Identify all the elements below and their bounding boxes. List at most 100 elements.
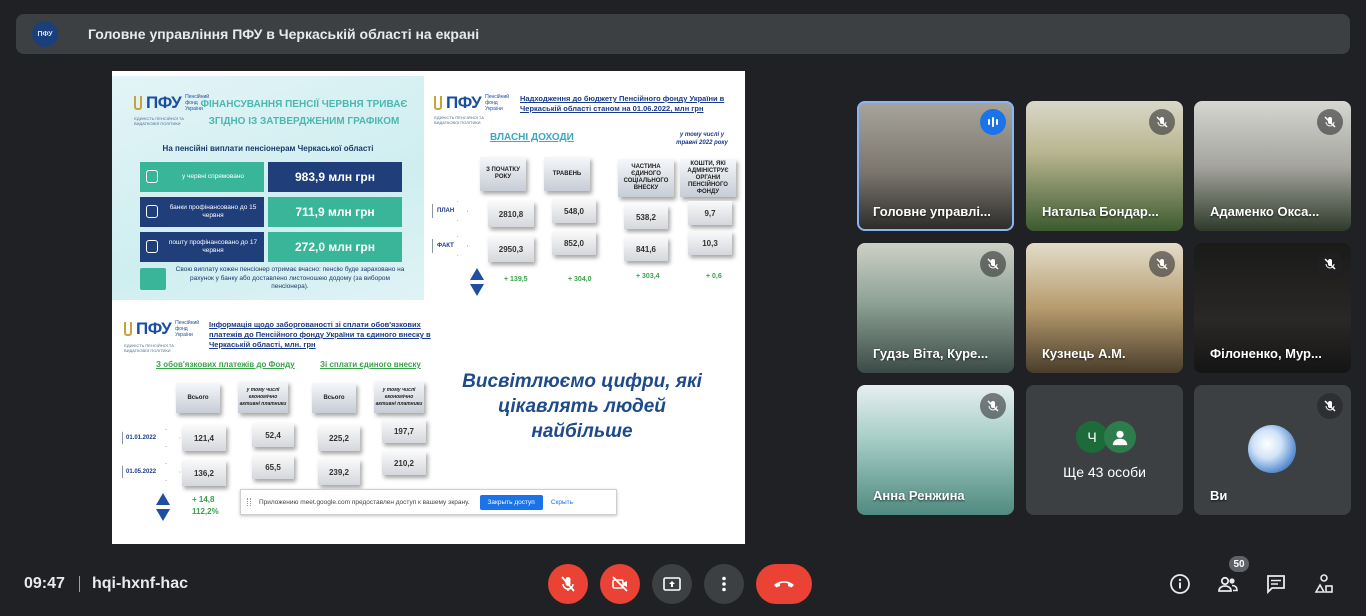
budget-delta: + 303,4	[636, 273, 660, 280]
debt-value: 65,5	[252, 455, 294, 479]
info-icon	[1170, 574, 1190, 594]
camera-off-icon	[612, 576, 628, 592]
mail-icon	[146, 240, 158, 253]
up-down-arrow-icon	[156, 493, 170, 521]
debt-col-header: Всього	[312, 383, 356, 413]
participant-tile[interactable]: Адаменко Оксa...	[1194, 101, 1351, 231]
chat-button[interactable]	[1264, 572, 1288, 596]
mic-off-icon	[980, 251, 1006, 277]
hang-up-icon	[774, 581, 794, 588]
fact-value: 10,3	[688, 231, 732, 255]
banner-title: Головне управління ПФУ в Черкаській обла…	[88, 26, 480, 42]
participant-name: Філоненко, Мур...	[1210, 346, 1322, 361]
more-participants-tile[interactable]: Ч Ще 43 особи	[1026, 385, 1183, 515]
participant-count-badge: 50	[1229, 556, 1249, 572]
pfu-logo: ПФУ Пенсійний фонд України	[124, 319, 205, 339]
participant-name: Анна Ренжина	[873, 488, 965, 503]
pension-financing-panel: ПФУ Пенсійний фонд України ЄДИНІСТЬ ПЕНС…	[112, 76, 424, 300]
plan-value: 9,7	[688, 201, 732, 225]
up-down-arrow-icon	[470, 268, 484, 296]
slide-tagline: Висвітлюємо цифри, які цікавлять людей н…	[462, 371, 702, 442]
drag-handle-icon[interactable]	[247, 498, 251, 506]
financing-row: у червні спрямовано 983,9 млн грн	[140, 162, 402, 192]
debt-delta: + 14,8 112,2%	[192, 495, 219, 516]
chat-icon	[1267, 575, 1285, 595]
fact-value: 852,0	[552, 231, 596, 255]
mic-off-icon	[1317, 251, 1343, 277]
financing-row: пошту профінансовано до 17 червня 272,0 …	[140, 232, 402, 262]
debt-value: 52,4	[252, 423, 294, 447]
financing-title: ФІНАНСУВАННЯ ПЕНСІЇ ЧЕРВНЯ ТРИВАЄ ЗГІДНО…	[200, 99, 408, 127]
person-icon	[1104, 421, 1136, 453]
financing-row-value: 711,9 млн грн	[268, 197, 402, 227]
meeting-code: hqi-hxnf-hac	[92, 575, 188, 592]
present-screen-icon	[663, 577, 681, 591]
toggle-mic-button[interactable]	[548, 564, 588, 604]
stop-sharing-button[interactable]: Закрыть доступ	[479, 494, 543, 510]
more-options-button[interactable]	[704, 564, 744, 604]
participant-name: Головне управлі...	[873, 204, 991, 219]
plan-value: 2810,8	[488, 201, 534, 227]
self-avatar	[1248, 425, 1296, 473]
show-everyone-button[interactable]	[1216, 572, 1240, 596]
financing-row-value: 983,9 млн грн	[268, 162, 402, 192]
participant-name: Ви	[1210, 488, 1228, 503]
more-vert-icon	[722, 576, 726, 592]
participant-tile[interactable]: Кузнець А.М.	[1026, 243, 1183, 373]
fact-label: ФАКТ	[432, 236, 468, 256]
date-label: 01.05.2022	[122, 463, 180, 481]
budget-delta: + 304,0	[568, 276, 592, 283]
debt-col-header: у тому числі економічно активні платники	[374, 381, 424, 413]
debt-col-header: у тому числі економічно активні платники	[238, 381, 288, 413]
debt-value: 239,2	[318, 459, 360, 485]
more-participants-label: Ще 43 особи	[1063, 464, 1146, 480]
debt-value: 121,4	[182, 425, 226, 451]
debt-title: Інформація щодо заборгованості зі сплати…	[209, 320, 431, 349]
mic-off-icon	[561, 576, 575, 592]
screen-share-bar: Приложению meet.google.com предоставлен …	[240, 489, 617, 515]
people-icon	[140, 268, 166, 290]
financing-heading: На пенсійні виплати пенсіонерам Черкаськ…	[162, 144, 374, 153]
activities-button[interactable]	[1312, 572, 1336, 596]
toggle-camera-button[interactable]	[600, 564, 640, 604]
hide-share-bar-link[interactable]: Скрыть	[551, 499, 573, 506]
participant-tile[interactable]: Гудзь Віта, Куре...	[857, 243, 1014, 373]
plan-label: ПЛАН	[432, 201, 468, 221]
budget-col-header: З ПОЧАТКУ РОКУ	[480, 157, 526, 191]
may-note: у тому числі у травні 2022 року	[676, 132, 728, 146]
budget-delta: + 139,5	[504, 276, 528, 283]
divider	[79, 576, 80, 592]
leave-call-button[interactable]	[756, 564, 812, 604]
participant-tile[interactable]: Анна Ренжина	[857, 385, 1014, 515]
plan-value: 538,2	[624, 205, 668, 229]
pfu-logo: ПФУ Пенсійний фонд України	[434, 93, 515, 113]
meet-window: ПФУ Головне управління ПФУ в Черкаській …	[0, 0, 1366, 616]
financing-row-value: 272,0 млн грн	[268, 232, 402, 262]
fact-value: 841,6	[624, 237, 668, 261]
presenting-banner: ПФУ Головне управління ПФУ в Черкаській …	[16, 14, 1350, 54]
trident-icon	[434, 96, 442, 110]
participant-tile[interactable]: Філоненко, Мур...	[1194, 243, 1351, 373]
speaking-indicator-icon	[980, 109, 1006, 135]
plan-value: 548,0	[552, 199, 596, 223]
participant-tile[interactable]: Головне управлі...	[857, 101, 1014, 231]
meeting-details-button[interactable]	[1168, 572, 1192, 596]
participant-name: Кузнець А.М.	[1042, 346, 1126, 361]
mic-off-icon	[980, 393, 1006, 419]
date-label: 01.01.2022	[122, 429, 180, 447]
budget-title: Надходження до бюджету Пенсійного фонду …	[520, 94, 725, 113]
self-tile[interactable]: Ви	[1194, 385, 1351, 515]
present-now-button[interactable]	[652, 564, 692, 604]
financing-row-label: у червні спрямовано	[140, 162, 264, 192]
mic-off-icon	[1149, 109, 1175, 135]
participant-name: Натальа Бондар...	[1042, 204, 1159, 219]
pfu-logo-subtitle: ЄДИНІСТЬ ПЕНСІЙНОЇ ТА ВИДАТКОВОЇ ПОЛІТИК…	[124, 343, 174, 353]
shared-screen: ПФУ Пенсійний фонд України ЄДИНІСТЬ ПЕНС…	[112, 71, 745, 544]
participant-tile[interactable]: Натальа Бондар...	[1026, 101, 1183, 231]
budget-col-header: ТРАВЕНЬ	[544, 157, 590, 191]
participant-name: Гудзь Віта, Куре...	[873, 346, 989, 361]
budget-col-header: КОШТИ, ЯКІ АДМІНІСТРУЄ ОРГАНИ ПЕНСІЙНОГО…	[680, 159, 736, 197]
people-icon	[1218, 576, 1238, 592]
trident-icon	[134, 96, 142, 110]
pfu-logo-subtitle: ЄДИНІСТЬ ПЕНСІЙНОЇ ТА ВИДАТКОВОЇ ПОЛІТИК…	[434, 115, 484, 125]
